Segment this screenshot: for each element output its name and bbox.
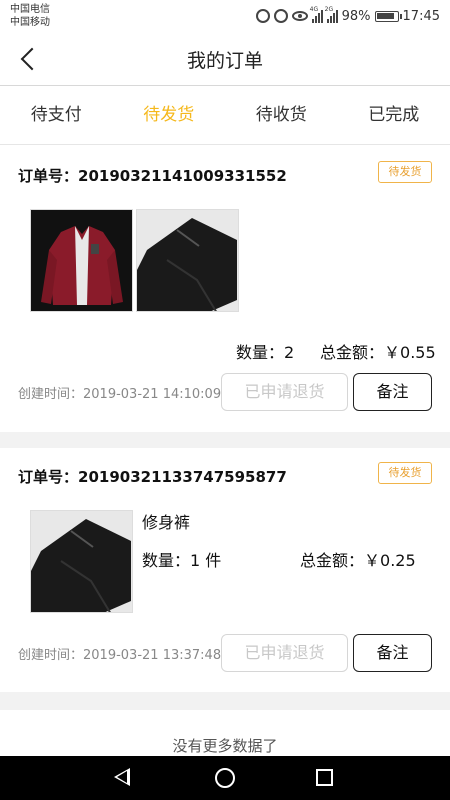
refund-requested-button[interactable]: 已申请退货 [221, 634, 348, 672]
order-card: 订单号：20190321141009331552 待发货 数量：2 总金额：￥0… [0, 146, 450, 432]
nav-back-icon[interactable] [114, 768, 130, 786]
total-value: ￥0.25 [364, 551, 416, 570]
tab-pending-receipt[interactable]: 待收货 [225, 87, 338, 144]
created-value: 2019-03-21 13:37:48 [83, 648, 222, 663]
clock: 17:45 [402, 8, 440, 24]
network-type-1: 4G [309, 6, 319, 13]
tab-completed[interactable]: 已完成 [338, 87, 450, 144]
alarm-icon [273, 9, 288, 23]
product-name[interactable]: 修身裤 [142, 509, 190, 533]
note-button[interactable]: 备注 [353, 373, 432, 411]
network-type-2: 2G [324, 6, 334, 13]
order-total: 总金额：￥0.25 [300, 547, 416, 571]
created-value: 2019-03-21 14:10:09 [83, 387, 222, 402]
note-button[interactable]: 备注 [353, 634, 432, 672]
hotspot-icon [255, 9, 270, 23]
pants-image [31, 511, 132, 612]
product-thumbnail-jacket[interactable] [30, 209, 133, 312]
eye-comfort-icon [291, 11, 308, 21]
order-total: 总金额：￥0.55 [320, 339, 436, 363]
divider-gap [0, 432, 450, 448]
order-number: 订单号：20190321141009331552 [18, 165, 287, 186]
tab-pending-payment[interactable]: 待支付 [0, 87, 113, 144]
created-time: 创建时间：2019-03-21 14:10:09 [18, 383, 221, 402]
no-more-data-text: 没有更多数据了 [172, 737, 278, 755]
carrier-1: 中国电信 [10, 4, 50, 15]
order-card: 订单号：20190321133747595877 待发货 修身裤 数量：1 件 … [0, 448, 450, 692]
status-bar: 中国电信 中国移动 4G 2G 98% 17:45 [0, 0, 450, 32]
header: 我的订单 [0, 32, 450, 86]
total-label: 总金额： [320, 343, 385, 362]
nav-recent-apps-icon[interactable] [316, 769, 333, 786]
total-value: ￥0.55 [384, 343, 436, 362]
order-number-value: 20190321133747595877 [78, 468, 287, 486]
total-label: 总金额： [300, 551, 365, 570]
battery-percent: 98% [341, 8, 371, 24]
refund-requested-button[interactable]: 已申请退货 [221, 373, 348, 411]
nav-home-icon[interactable] [215, 768, 235, 788]
carrier-2: 中国移动 [10, 17, 50, 28]
product-thumbnail-pants[interactable] [30, 510, 133, 613]
jacket-image [31, 210, 132, 311]
order-number-label: 订单号： [18, 167, 79, 185]
status-badge: 待发货 [378, 161, 432, 183]
divider-gap [0, 692, 450, 710]
created-label: 创建时间： [18, 387, 84, 402]
system-nav-bar [0, 756, 450, 800]
status-badge: 待发货 [378, 462, 432, 484]
page-title: 我的订单 [186, 50, 263, 72]
signal-icon-2: 2G [324, 6, 338, 23]
tab-pending-shipment[interactable]: 待发货 [113, 87, 226, 144]
battery-icon [374, 10, 402, 22]
created-time: 创建时间：2019-03-21 13:37:48 [18, 644, 221, 663]
order-number-label: 订单号： [18, 468, 79, 486]
order-quantity: 数量：2 [236, 343, 295, 362]
order-quantity: 数量：1 件 [142, 551, 222, 570]
product-thumbnail-pants[interactable] [136, 209, 239, 312]
order-tabs: 待支付 待发货 待收货 已完成 [0, 87, 450, 145]
pants-image [137, 210, 238, 311]
carrier-info: 中国电信 中国移动 [10, 3, 50, 29]
status-icons: 4G 2G 98% 17:45 [255, 6, 440, 26]
order-number: 订单号：20190321133747595877 [18, 466, 287, 487]
order-number-value: 20190321141009331552 [78, 167, 287, 185]
created-label: 创建时间： [18, 648, 84, 663]
signal-icon-1: 4G [309, 6, 323, 23]
